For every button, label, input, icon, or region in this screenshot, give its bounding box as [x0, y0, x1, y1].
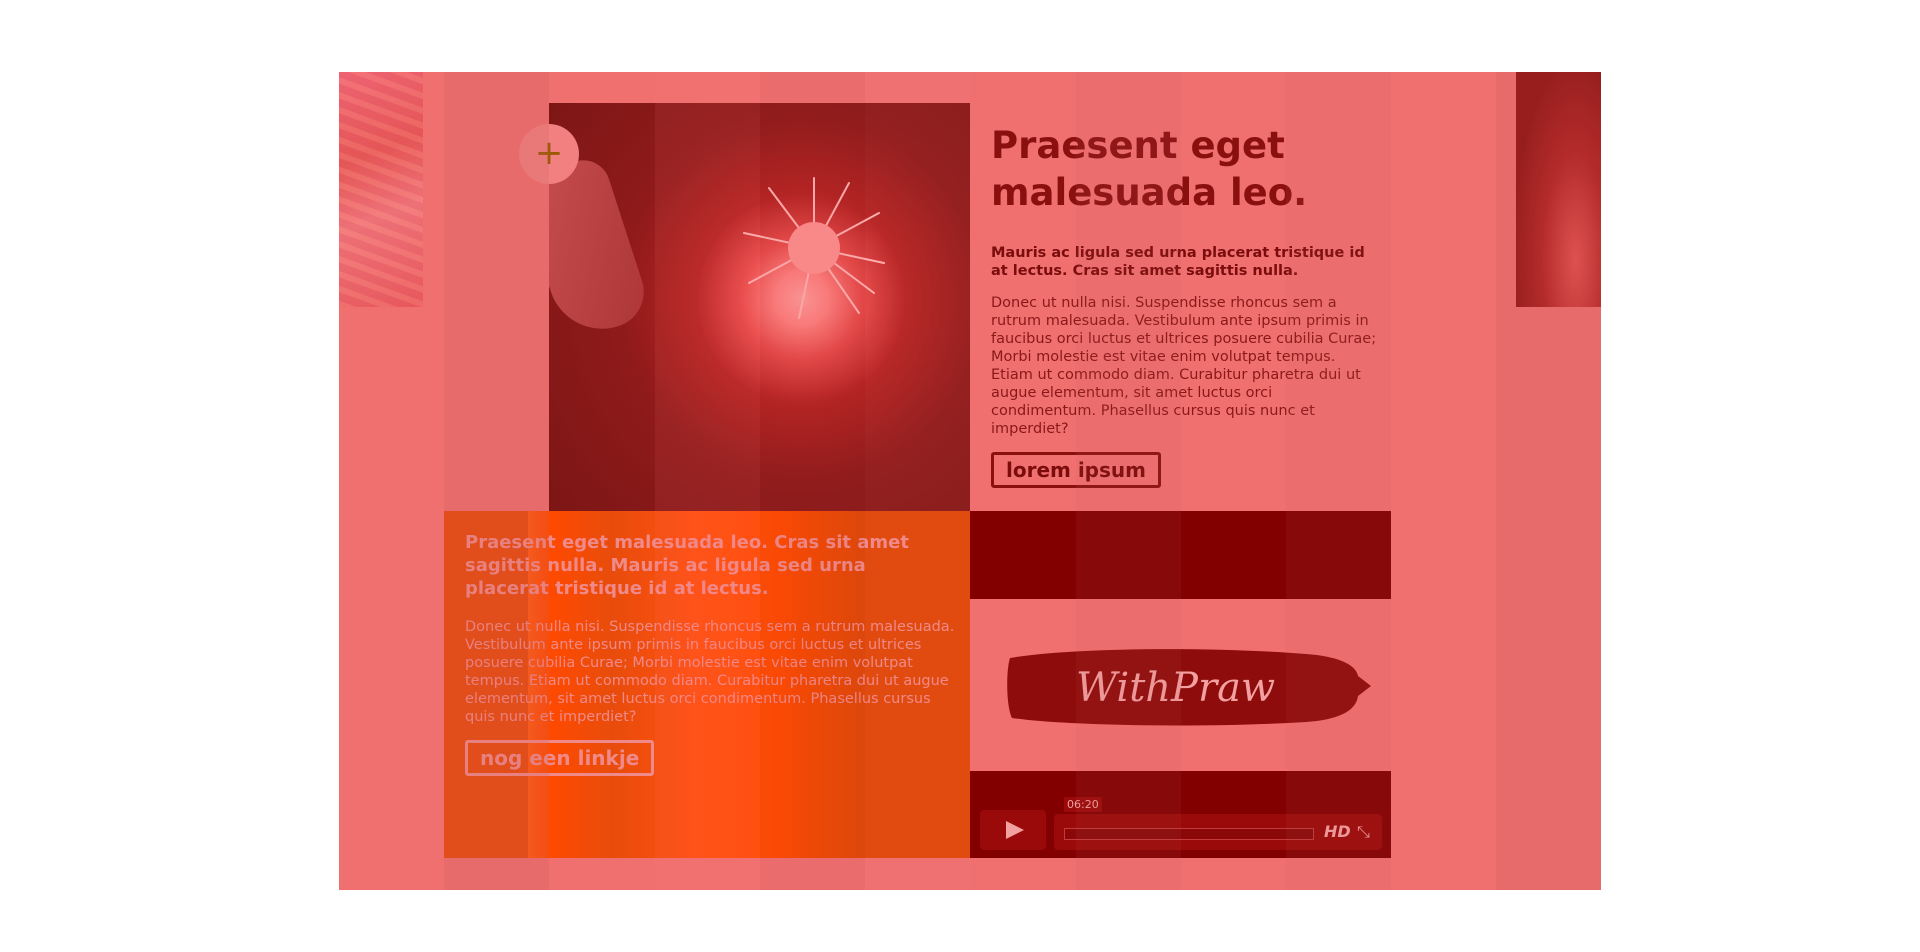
carousel-next-image[interactable]: [1516, 72, 1601, 307]
intro-section: Praesent eget malesuada leo. Mauris ac l…: [991, 122, 1381, 488]
logo-text: WithPraw: [1076, 665, 1275, 711]
video-controls: HD ⤡ 06:20: [980, 797, 1382, 850]
progress-bar[interactable]: [1064, 828, 1314, 840]
fullscreen-icon[interactable]: ⤡: [1357, 822, 1370, 842]
feature-panel: Praesent eget malesuada leo. Cras sit am…: [444, 511, 970, 858]
control-bar: HD ⤡: [1054, 814, 1382, 850]
video-player[interactable]: WithPraw HD ⤡ 06:20: [970, 511, 1391, 858]
sparkler-icon: [743, 177, 885, 319]
feature-title: Praesent eget malesuada leo. Cras sit am…: [465, 532, 909, 599]
feature-body: Donec ut nulla nisi. Suspendisse rhoncus…: [465, 619, 955, 725]
carousel-prev-image[interactable]: [339, 72, 423, 307]
video-top-bar: [970, 511, 1391, 599]
withpraw-logo: WithPraw: [1007, 649, 1371, 726]
page-canvas: + Praesent eget malesuada leo. Mauris ac…: [339, 72, 1601, 890]
sparkler-hero-image: [549, 103, 970, 511]
intro-title: Praesent eget malesuada leo.: [991, 124, 1308, 214]
nog-een-linkje-button[interactable]: nog een linkje: [465, 740, 655, 776]
lorem-ipsum-button[interactable]: lorem ipsum: [991, 452, 1161, 488]
time-tooltip: 06:20: [1064, 797, 1102, 812]
intro-body: Donec ut nulla nisi. Suspendisse rhoncus…: [991, 295, 1377, 437]
intro-lead: Mauris ac ligula sed urna placerat trist…: [991, 245, 1365, 279]
add-button[interactable]: +: [519, 124, 579, 184]
play-button[interactable]: [980, 810, 1046, 850]
hand-shape: [549, 153, 654, 343]
hd-toggle[interactable]: HD: [1324, 822, 1351, 841]
